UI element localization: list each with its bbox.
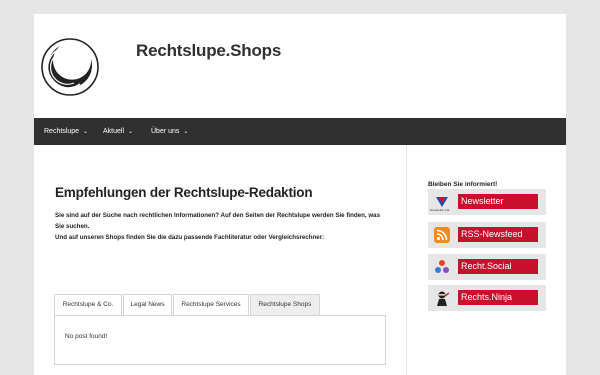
nav-item-label: Über uns <box>151 128 180 135</box>
page: Rechtslupe.Shops Rechtslupe ⌄ Aktuell ⌄ Üb… <box>34 14 566 375</box>
site-header: Rechtslupe.Shops <box>34 14 566 118</box>
page-title: Empfehlungen der Rechtslupe-Redaktion <box>55 185 313 200</box>
chevron-down-icon: ⌄ <box>128 129 134 135</box>
rss-icon <box>434 227 450 243</box>
intro-line: Und auf unseren Shops finden Sie die daz… <box>55 234 325 241</box>
main-navigation: Rechtslupe ⌄ Aktuell ⌄ Über uns ⌄ <box>34 118 566 145</box>
chevron-down-icon: ⌄ <box>83 129 89 135</box>
intro-line: Sie sind auf der Suche nach rechtlichen … <box>55 212 381 230</box>
nav-item-label: Aktuell <box>103 128 125 135</box>
tab-rechtslupe-co[interactable]: Rechtslupe & Co. <box>54 294 122 315</box>
intro-text: Sie sind auf der Suche nach rechtlichen … <box>55 210 385 243</box>
newsletter-banner[interactable]: Newsletter Fat Newsletter <box>428 189 546 215</box>
nav-item-label: Rechtslupe <box>44 128 80 135</box>
banner-label: Recht.Social <box>458 259 538 274</box>
nav-item-rechtslupe[interactable]: Rechtslupe ⌄ <box>44 118 88 145</box>
banner-label: Newsletter <box>458 194 538 209</box>
nav-item-aktuell[interactable]: Aktuell ⌄ <box>103 118 133 145</box>
site-title[interactable]: Rechtslupe.Shops <box>136 41 281 61</box>
crescent-logo-icon[interactable] <box>40 37 100 97</box>
ninja-banner[interactable]: Rechts.Ninja <box>428 285 546 311</box>
social-banner[interactable]: Recht.Social <box>428 254 546 280</box>
tab-legal-news[interactable]: Legal News <box>123 294 172 315</box>
social-icon <box>435 260 449 273</box>
banner-label: RSS-Newsfeed <box>458 227 538 242</box>
tab-panel: No post found! <box>54 315 386 365</box>
main-content: Empfehlungen der Rechtslupe-Redaktion Si… <box>34 145 406 375</box>
tab-rechtslupe-shops[interactable]: Rechtslupe Shops <box>250 294 320 315</box>
sidebar-title: Bleiben Sie informiert! <box>428 181 498 188</box>
rss-banner[interactable]: RSS-Newsfeed <box>428 222 546 248</box>
ninja-icon <box>437 291 450 306</box>
chevron-down-icon: ⌄ <box>183 129 189 135</box>
sidebar: Bleiben Sie informiert! Newsletter Fat N… <box>407 145 566 375</box>
newsletter-small-text: Newsletter Fat <box>430 208 450 212</box>
banner-label: Rechts.Ninja <box>458 290 538 305</box>
nav-item-ueber-uns[interactable]: Über uns ⌄ <box>151 118 188 145</box>
empty-message: No post found! <box>65 333 108 340</box>
tab-rechtslupe-services[interactable]: Rechtslupe Services <box>173 294 249 315</box>
